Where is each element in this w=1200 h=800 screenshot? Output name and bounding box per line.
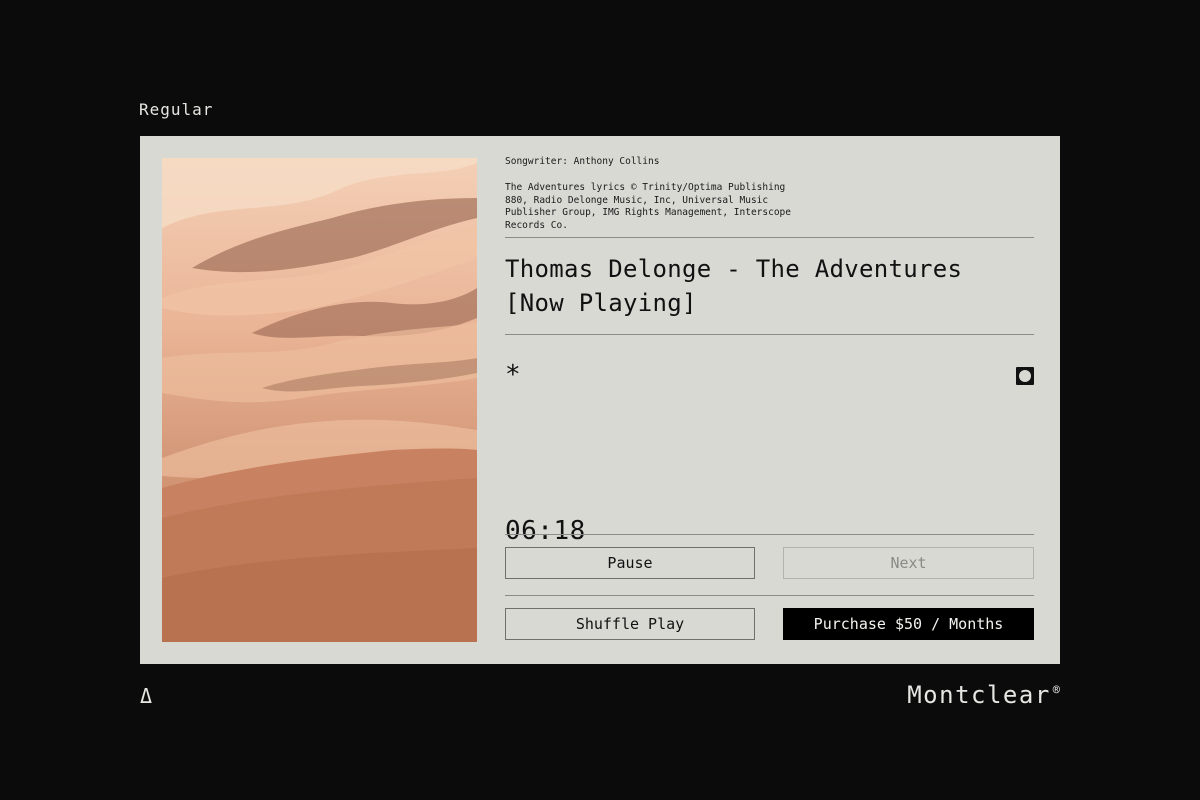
divider	[505, 237, 1034, 238]
track-title-line: Thomas Delonge - The Adventures	[505, 255, 963, 283]
now-playing-label: [Now Playing]	[505, 289, 697, 317]
music-player-card: Songwriter: Anthony Collins The Adventur…	[140, 136, 1060, 664]
purchase-button[interactable]: Purchase $50 / Months	[783, 608, 1034, 640]
album-cover-image	[162, 158, 477, 642]
next-button[interactable]: Next	[783, 547, 1034, 579]
font-style-label: Regular	[139, 100, 214, 119]
divider	[505, 534, 1034, 535]
brand-logo: Montclear ®	[907, 681, 1060, 709]
pause-button[interactable]: Pause	[505, 547, 755, 579]
asterisk-icon: *	[505, 360, 521, 390]
track-duration: 06:18	[505, 516, 586, 546]
delta-icon: Δ	[140, 684, 153, 708]
shuffle-play-button[interactable]: Shuffle Play	[505, 608, 755, 640]
brand-name: Montclear	[907, 681, 1051, 709]
desert-dunes-illustration	[162, 158, 477, 642]
registered-symbol: ®	[1052, 683, 1060, 697]
divider	[505, 334, 1034, 335]
rights-credit: The Adventures lyrics © Trinity/Optima P…	[505, 182, 791, 231]
divider	[505, 595, 1034, 596]
songwriter-credit: Songwriter: Anthony Collins	[505, 156, 660, 167]
track-title: Thomas Delonge - The Adventures [Now Pla…	[505, 252, 1034, 320]
radio-circle-icon[interactable]	[1016, 367, 1034, 385]
